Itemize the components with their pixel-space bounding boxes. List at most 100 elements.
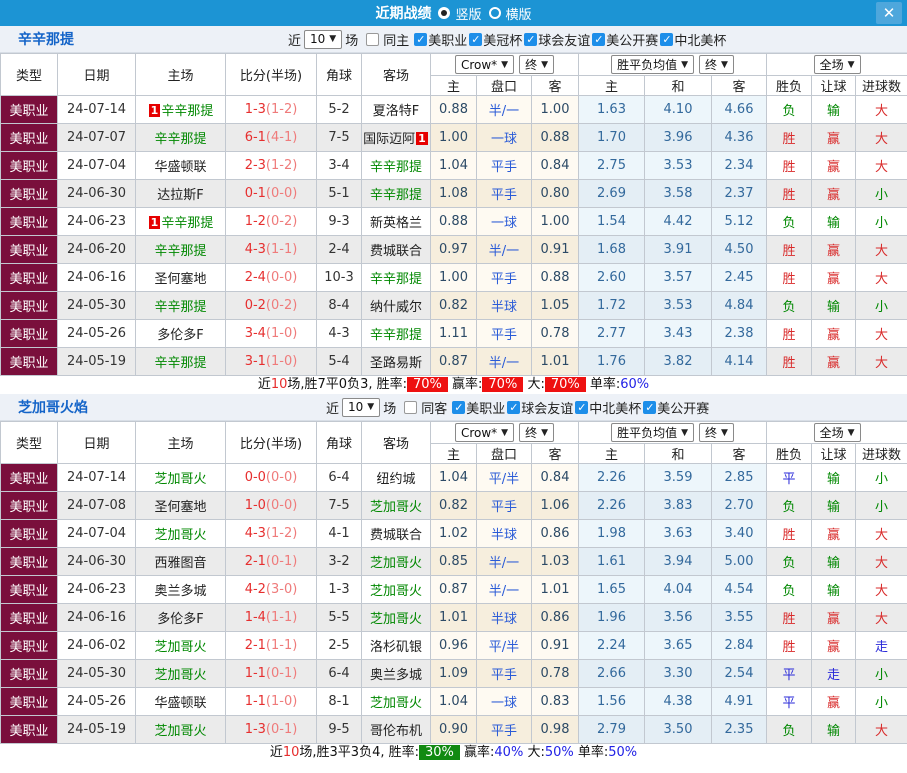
match-count-value: 10 <box>348 400 363 414</box>
handicap: 半/一 <box>477 96 532 124</box>
match-count-select[interactable]: 10▼ <box>342 398 380 417</box>
home-team-cell: 芝加哥火 <box>136 632 226 660</box>
league-checkbox[interactable] <box>592 33 605 46</box>
games-label: 场 <box>383 398 396 417</box>
radio-unselected-icon[interactable] <box>489 7 501 19</box>
result-handicap: 赢 <box>812 180 856 208</box>
result-goals: 小 <box>856 688 907 716</box>
fulltime-score: 3-4 <box>245 326 266 341</box>
away-team-cell: 国际迈阿1 <box>362 124 431 152</box>
away-team-name: 新英格兰 <box>370 216 422 231</box>
avg-win: 2.60 <box>579 264 645 292</box>
league-filter[interactable]: 中北美杯 <box>658 30 726 49</box>
away-team-cell: 芝加哥火 <box>362 604 431 632</box>
avg-draw: 3.43 <box>645 320 712 348</box>
same-venue-label: 同主 <box>383 30 409 49</box>
corner-cell: 4-3 <box>317 320 362 348</box>
summary-part: 单率: <box>574 745 609 760</box>
date-cell: 24-05-19 <box>58 348 136 376</box>
league-checkbox[interactable] <box>414 33 427 46</box>
match-count-select[interactable]: 10▼ <box>304 30 342 49</box>
score-cell: 0-2(0-2) <box>226 292 317 320</box>
odds-home: 1.04 <box>431 688 477 716</box>
fulltime-score: 4-3 <box>245 526 266 541</box>
sub-goals: 进球数 <box>856 76 907 96</box>
league-filter[interactable]: 美冠杯 <box>467 30 522 49</box>
final-select2-value: 终 <box>705 424 717 441</box>
league-filter-label: 美职业 <box>428 30 467 49</box>
league-checkbox[interactable] <box>507 401 520 414</box>
odds-home: 0.85 <box>431 548 477 576</box>
filter-bar: 近 10▼ 场 同客 美职业 球会友谊 中北美杯 美公开赛 <box>323 398 709 417</box>
same-venue-checkbox[interactable] <box>404 401 417 414</box>
away-team-cell: 芝加哥火 <box>362 548 431 576</box>
same-venue-checkbox[interactable] <box>366 33 379 46</box>
away-team-cell: 芝加哥火 <box>362 688 431 716</box>
league-filter[interactable]: 美职业 <box>450 398 505 417</box>
date-cell: 24-07-14 <box>58 96 136 124</box>
sub-avg-lose: 客 <box>712 76 767 96</box>
sub-avg-win: 主 <box>579 76 645 96</box>
league-filter[interactable]: 美公开赛 <box>641 398 709 417</box>
sub-winlose: 胜负 <box>767 76 812 96</box>
result-winlose: 胜 <box>767 152 812 180</box>
league-checkbox[interactable] <box>660 33 673 46</box>
league-filter[interactable]: 球会友谊 <box>522 30 590 49</box>
halftime-score: (1-0) <box>266 354 297 369</box>
date-cell: 24-06-16 <box>58 604 136 632</box>
near-label: 近 <box>288 30 301 49</box>
avg-draw: 3.91 <box>645 236 712 264</box>
league-filter[interactable]: 美公开赛 <box>590 30 658 49</box>
league-checkbox[interactable] <box>643 401 656 414</box>
halftime-score: (0-0) <box>266 498 297 513</box>
summary-part: 10 <box>271 377 288 392</box>
league-checkbox[interactable] <box>524 33 537 46</box>
home-team-name: 圣何塞地 <box>154 272 206 287</box>
title-bar: 近期战绩 竖版 横版 ✕ <box>0 0 907 26</box>
league-filter[interactable]: 中北美杯 <box>573 398 641 417</box>
avg-win: 1.54 <box>579 208 645 236</box>
final-select2[interactable]: 终▼ <box>699 423 734 442</box>
league-filter[interactable]: 美职业 <box>412 30 467 49</box>
sub-odds-away: 客 <box>532 76 579 96</box>
avg-select[interactable]: 胜平负均值▼ <box>611 423 694 442</box>
match-count-value: 10 <box>310 32 325 46</box>
odds-away: 0.80 <box>532 180 579 208</box>
layout-radio-horizontal[interactable]: 横版 <box>489 4 532 23</box>
radio-selected-icon[interactable] <box>438 7 450 19</box>
league-checkbox[interactable] <box>469 33 482 46</box>
away-team-cell: 辛辛那提 <box>362 152 431 180</box>
date-cell: 24-07-04 <box>58 520 136 548</box>
result-goals: 大 <box>856 548 907 576</box>
league-filter[interactable]: 球会友谊 <box>505 398 573 417</box>
final-select2[interactable]: 终▼ <box>699 55 734 74</box>
summary-part: 大: <box>523 745 545 760</box>
avg-select[interactable]: 胜平负均值▼ <box>611 55 694 74</box>
result-handicap: 赢 <box>812 236 856 264</box>
layout-radio-vertical[interactable]: 竖版 <box>438 4 481 23</box>
home-team-cell: 1辛辛那提 <box>136 96 226 124</box>
summary-part: 60% <box>620 377 649 392</box>
league-checkbox[interactable] <box>575 401 588 414</box>
corner-cell: 1-3 <box>317 576 362 604</box>
final-select[interactable]: 终▼ <box>519 55 554 74</box>
odds-away: 1.05 <box>532 292 579 320</box>
fullmatch-select[interactable]: 全场▼ <box>814 423 861 442</box>
handicap: 半球 <box>477 292 532 320</box>
result-goals: 小 <box>856 464 907 492</box>
summary-part: 近 <box>270 745 283 760</box>
avg-draw: 3.65 <box>645 632 712 660</box>
avg-draw: 3.50 <box>645 716 712 744</box>
bookmaker-select[interactable]: Crow*▼ <box>455 55 514 74</box>
match-row: 美职业 24-06-30 达拉斯F 0-1(0-0) 5-1 辛辛那提 1.08… <box>1 180 907 208</box>
fullmatch-select[interactable]: 全场▼ <box>814 55 861 74</box>
league-filter-label: 美公开赛 <box>606 30 658 49</box>
league-filter-label: 中北美杯 <box>674 30 726 49</box>
league-cell: 美职业 <box>1 264 58 292</box>
date-cell: 24-06-20 <box>58 236 136 264</box>
avg-draw: 3.96 <box>645 124 712 152</box>
bookmaker-select[interactable]: Crow*▼ <box>455 423 514 442</box>
final-select[interactable]: 终▼ <box>519 423 554 442</box>
close-icon[interactable]: ✕ <box>876 2 902 24</box>
league-checkbox[interactable] <box>452 401 465 414</box>
